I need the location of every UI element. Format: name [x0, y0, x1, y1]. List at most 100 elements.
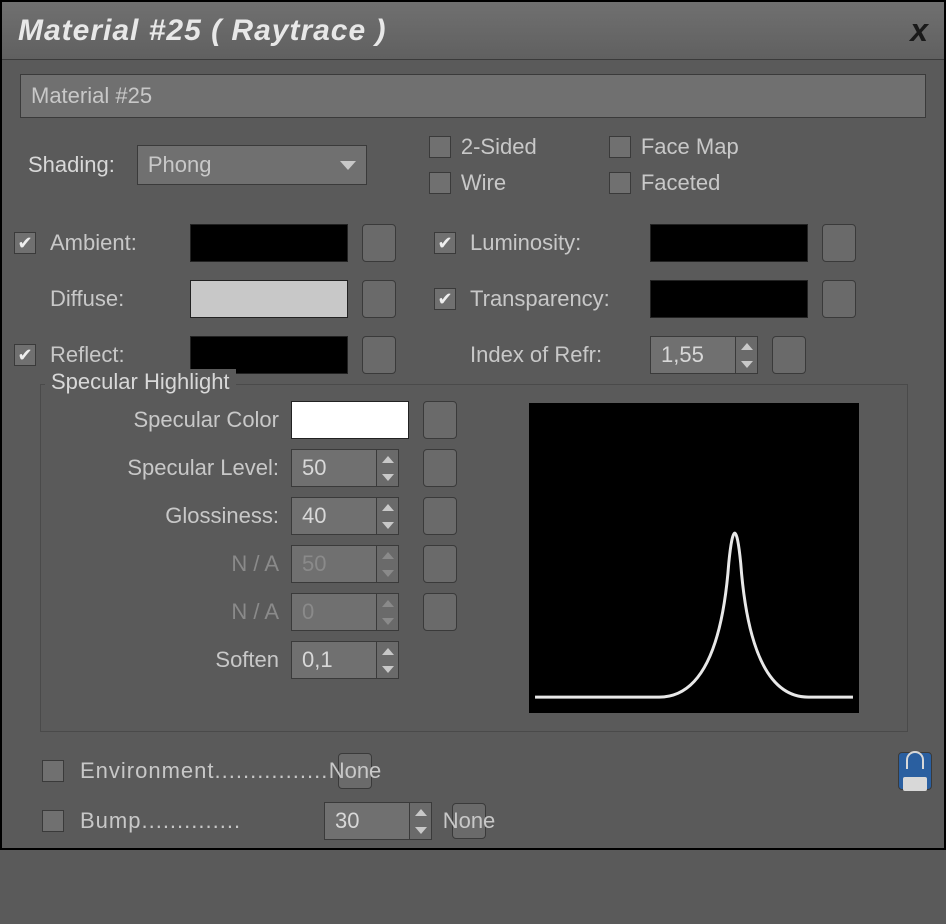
environment-map-button[interactable]: None — [338, 753, 372, 789]
transparency-map-slot[interactable] — [822, 280, 856, 318]
wire-option[interactable]: Wire — [429, 170, 579, 196]
checkbox[interactable] — [429, 136, 451, 158]
spinner-down — [376, 564, 398, 582]
specular-color-label: Specular Color — [59, 407, 279, 433]
spinner-down[interactable] — [376, 468, 398, 486]
specular-level-map-slot[interactable] — [423, 449, 457, 487]
diffuse-map-slot[interactable] — [362, 280, 396, 318]
glossiness-map-slot[interactable] — [423, 497, 457, 535]
specular-color-swatch[interactable] — [291, 401, 409, 439]
spinner-down — [376, 612, 398, 630]
glossiness-label: Glossiness: — [59, 503, 279, 529]
glossiness-value: 40 — [292, 503, 376, 529]
luminosity-swatch[interactable] — [650, 224, 808, 262]
luminosity-map-slot[interactable] — [822, 224, 856, 262]
environment-checkbox[interactable] — [42, 760, 64, 782]
shading-value: Phong — [148, 152, 212, 178]
na2-value: 0 — [292, 599, 376, 625]
soften-label: Soften — [59, 647, 279, 673]
na2-map-slot[interactable] — [423, 593, 457, 631]
spinner-up[interactable] — [376, 642, 398, 660]
faceted-option[interactable]: Faceted — [609, 170, 779, 196]
na2-row: N / A 0 — [59, 593, 509, 631]
bump-row: Bump.............. 30 None — [36, 798, 944, 848]
ambient-map-slot[interactable] — [362, 224, 396, 262]
checkbox[interactable] — [609, 172, 631, 194]
lock-icon — [906, 751, 924, 769]
soften-spinner[interactable]: 0,1 — [291, 641, 399, 679]
chevron-down-icon — [340, 161, 356, 170]
transparency-row: Transparency: — [434, 280, 916, 318]
reflect-checkbox[interactable] — [14, 344, 36, 366]
ior-label: Index of Refr: — [470, 342, 640, 368]
na1-map-slot[interactable] — [423, 545, 457, 583]
bump-checkbox[interactable] — [42, 810, 64, 832]
transparency-label: Transparency: — [470, 286, 640, 312]
shading-select[interactable]: Phong — [137, 145, 367, 185]
spinner-up[interactable] — [376, 498, 398, 516]
ambient-swatch[interactable] — [190, 224, 348, 262]
soften-row: Soften 0,1 — [59, 641, 509, 679]
opt-label: Wire — [461, 170, 506, 196]
specular-level-spinner[interactable]: 50 — [291, 449, 399, 487]
opt-label: Face Map — [641, 134, 739, 160]
ior-value: 1,55 — [651, 342, 735, 368]
spinner-down[interactable] — [376, 516, 398, 534]
material-name-input[interactable] — [20, 74, 926, 118]
close-icon[interactable]: x — [910, 12, 928, 49]
spinner-down[interactable] — [376, 660, 398, 678]
luminosity-row: Luminosity: — [434, 224, 916, 262]
spinner-up[interactable] — [376, 450, 398, 468]
environment-label: Environment................... — [80, 758, 326, 784]
spinner-up[interactable] — [735, 337, 757, 355]
spinner-up[interactable] — [409, 803, 431, 821]
bump-map-value: None — [443, 808, 496, 834]
lock-icon-body — [903, 777, 927, 791]
bump-amount-value: 30 — [325, 808, 409, 834]
shading-row: Shading: Phong 2-Sided Face Map Wire Fac… — [28, 134, 944, 206]
spinner-down[interactable] — [735, 355, 757, 373]
bump-amount-spinner[interactable]: 30 — [324, 802, 432, 840]
reflect-label: Reflect: — [50, 342, 180, 368]
opt-label: 2-Sided — [461, 134, 537, 160]
facemap-option[interactable]: Face Map — [609, 134, 779, 160]
ambient-checkbox[interactable] — [14, 232, 36, 254]
specular-highlight-group: Specular Highlight Specular Color Specul… — [40, 384, 908, 732]
environment-lock[interactable] — [898, 752, 932, 790]
highlight-curve-icon — [530, 404, 858, 712]
specular-color-map-slot[interactable] — [423, 401, 457, 439]
opt-label: Faceted — [641, 170, 721, 196]
specular-color-row: Specular Color — [59, 401, 509, 439]
two-sided-option[interactable]: 2-Sided — [429, 134, 579, 160]
bump-label: Bump.............. — [80, 808, 312, 834]
spinner-down[interactable] — [409, 821, 431, 839]
spinner-up — [376, 594, 398, 612]
na2-spinner: 0 — [291, 593, 399, 631]
na1-label: N / A — [59, 551, 279, 577]
specular-level-value: 50 — [292, 455, 376, 481]
material-editor-window: Material #25 ( Raytrace ) x Shading: Pho… — [0, 0, 946, 850]
ior-spinner[interactable]: 1,55 — [650, 336, 758, 374]
titlebar[interactable]: Material #25 ( Raytrace ) x — [2, 2, 944, 60]
ior-map-slot[interactable] — [772, 336, 806, 374]
material-name-panel — [2, 60, 944, 124]
na2-label: N / A — [59, 599, 279, 625]
specular-legend: Specular Highlight — [45, 369, 236, 395]
specular-preview — [529, 403, 859, 713]
transparency-swatch[interactable] — [650, 280, 808, 318]
reflect-map-slot[interactable] — [362, 336, 396, 374]
na1-value: 50 — [292, 551, 376, 577]
bump-map-button[interactable]: None — [452, 803, 486, 839]
glossiness-spinner[interactable]: 40 — [291, 497, 399, 535]
specular-level-label: Specular Level: — [59, 455, 279, 481]
diffuse-swatch[interactable] — [190, 280, 348, 318]
ambient-row: Ambient: — [14, 224, 394, 262]
checkbox[interactable] — [429, 172, 451, 194]
transparency-checkbox[interactable] — [434, 288, 456, 310]
luminosity-checkbox[interactable] — [434, 232, 456, 254]
soften-value: 0,1 — [292, 647, 376, 673]
diffuse-label: Diffuse: — [50, 286, 180, 312]
checkbox[interactable] — [609, 136, 631, 158]
environment-map-value: None — [329, 758, 382, 784]
na1-row: N / A 50 — [59, 545, 509, 583]
